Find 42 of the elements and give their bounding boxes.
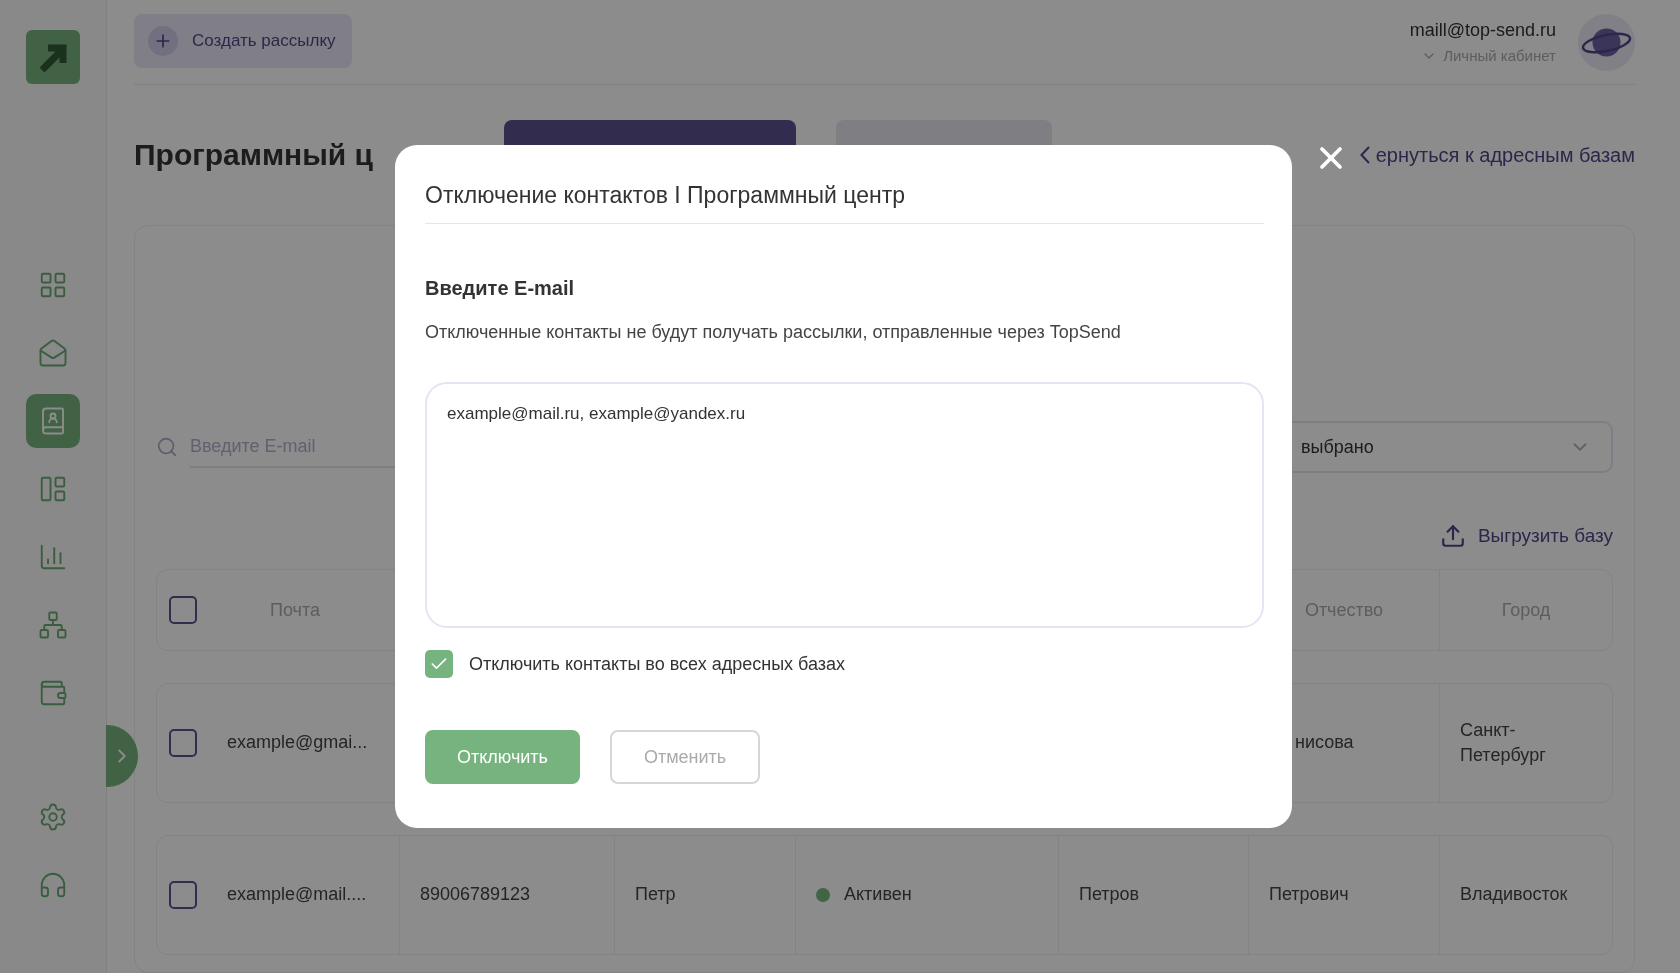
sidebar-item[interactable] [26, 394, 80, 448]
disable-button[interactable]: Отключить [425, 730, 580, 784]
chevron-left-icon [1359, 146, 1370, 164]
open-envelope-icon [38, 338, 68, 368]
field-label: Введите E-mail [425, 277, 576, 300]
table-cell-text: example@gmai... [227, 731, 368, 755]
checkbox[interactable] [169, 729, 197, 757]
bar-chart-icon [38, 542, 68, 572]
upload-icon [1439, 523, 1466, 549]
headset-icon [38, 870, 68, 900]
cancel-button[interactable]: Отменить [610, 730, 761, 784]
layout-icon [38, 474, 68, 504]
modal-title: Отключение контактов I Программный центр [425, 182, 1264, 224]
status-text: Активен [844, 883, 912, 907]
hierarchy-icon [38, 610, 68, 640]
table-cell-text: Петрович [1269, 883, 1349, 907]
sidebar-toggle[interactable] [106, 725, 138, 787]
create-campaign-button[interactable]: Создать рассылку [134, 14, 352, 68]
table-cell-text: 89006789123 [420, 883, 531, 907]
checkbox-label: Отключить контакты во всех адресных базах [469, 653, 846, 675]
plus-icon [148, 26, 178, 56]
wallet-icon [38, 678, 68, 708]
checkbox[interactable] [169, 596, 197, 624]
account-email: maill@top-send.ru [1409, 20, 1556, 41]
planet-avatar [1578, 13, 1635, 71]
table-cell-text: Санкт-Петербург [1460, 718, 1547, 767]
modal-description: Отключенные контакты не будут получать рассылки, отправленные через TopSend [425, 322, 1122, 343]
checkbox[interactable] [425, 650, 453, 678]
page-title: Программный ц [134, 138, 375, 172]
table-cell-text: Владивосток [1460, 883, 1568, 907]
logo-icon [26, 30, 80, 84]
search-icon [156, 436, 178, 458]
table-cell-text: Петров [1079, 883, 1140, 907]
table-cell-text: Петр [635, 883, 676, 907]
export-button[interactable]: Выгрузить базу [1439, 523, 1613, 549]
back-link[interactable]: ернуться к адресным базам [1359, 143, 1635, 167]
checkbox[interactable] [169, 881, 197, 909]
settings-icon [38, 802, 68, 832]
email-input-field[interactable]: example@mail.ru, example@yandex.ru [425, 382, 1264, 628]
table-cell-text: example@mail.... [227, 883, 367, 907]
grid-icon [38, 270, 68, 300]
table-cell-text: нисова [1295, 731, 1354, 755]
